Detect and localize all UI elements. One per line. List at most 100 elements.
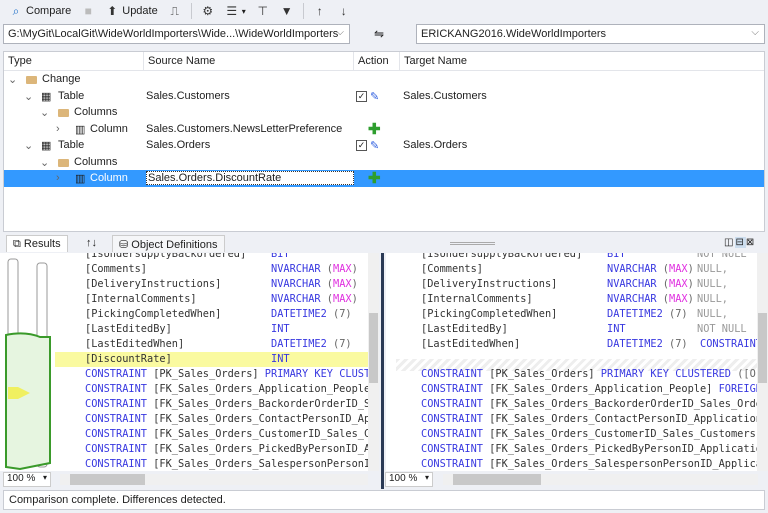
code-token: INT (271, 323, 290, 335)
type-group: DATETIME2 (7) (271, 307, 352, 322)
code-token: [DeliveryInstructions] (85, 278, 222, 290)
code-line: CONSTRAINT [FK_Sales_Orders_PickedByPers… (85, 442, 368, 457)
code-line: [InternalComments] NVARCHAR (MAX) (85, 292, 358, 307)
column-icon: ▥ (75, 123, 86, 136)
code-token: CONSTRAINT (421, 458, 490, 470)
target-vertical-scrollbar[interactable] (757, 253, 768, 471)
type-group: BIT (607, 253, 626, 262)
tab-label: Results (23, 238, 61, 250)
expander-icon[interactable]: › (56, 123, 60, 135)
source-horizontal-scrollbar[interactable] (60, 474, 368, 485)
expander-icon[interactable]: › (56, 172, 60, 184)
options-button[interactable]: ⚙ (198, 2, 218, 20)
target-horizontal-scrollbar[interactable] (443, 474, 758, 485)
column-header-source[interactable]: Source Name (144, 52, 354, 70)
code-token: NULL, (697, 278, 728, 290)
column-header-type[interactable]: Type (4, 52, 144, 70)
tab-object-definitions[interactable]: ⛁ Object Definitions (112, 235, 225, 252)
tab-sort[interactable]: ↑↓ (80, 235, 103, 252)
clear-filter-button[interactable]: ▼ (277, 2, 297, 20)
update-button[interactable]: ⬆ Update (102, 2, 160, 20)
grid-row[interactable]: ⌄ Columns (4, 154, 764, 171)
source-zoom-select[interactable]: 100 % ▾ (3, 472, 51, 487)
collapse-icon[interactable]: ⊠ (746, 237, 756, 248)
target-zoom-select[interactable]: 100 % ▾ (385, 472, 433, 487)
compare-button[interactable]: ⌕ Compare (6, 2, 74, 21)
stop-button[interactable]: ■ (78, 2, 98, 20)
target-code[interactable]: [IsUndersupplyBackordered] BIT NOT NULL [Co… (386, 253, 757, 471)
code-token: CONSTRAINT (421, 368, 490, 380)
code-token: CONSTRAINT (421, 398, 490, 410)
code-token: NVARCHAR (607, 263, 663, 275)
vertical-split-icon[interactable]: ◫ (724, 237, 735, 248)
code-token: [FK_Sales_Orders_BackorderOrderID_Sales_… (153, 398, 368, 410)
previous-change-button[interactable]: ↑ (310, 2, 330, 20)
code-token: BIT (607, 253, 626, 260)
code-line: [LastEditedWhen] DATETIME2 (7) CONSTRAINT (421, 337, 757, 352)
toolbar: ⌕ Compare ■ ⬆ Update ⎍ ⚙ ☰ ▾ ⊤ ▼ ↑ ↓ (0, 0, 768, 22)
code-line: CONSTRAINT [FK_Sales_Orders_CustomerID_S… (421, 427, 757, 442)
code-token: ([Or (737, 368, 757, 380)
type-cell: Change (42, 73, 81, 85)
expander-icon[interactable]: ⌄ (8, 73, 17, 86)
expander-icon[interactable]: ⌄ (40, 156, 49, 169)
code-token: [FK_Sales_Orders_BackorderOrderID_Sales_… (489, 398, 757, 410)
type-cell: Columns (74, 106, 118, 118)
add-icon: ✚ (368, 170, 381, 187)
grid-row[interactable]: ⌄ ▦ Table Sales.Orders ✓ ✎ Sales.Orders (4, 137, 764, 154)
code-token: [PickingCompletedWhen] (85, 308, 222, 320)
expander-icon[interactable]: ⌄ (24, 139, 33, 152)
code-token: FOREIGN (718, 383, 757, 395)
code-token: NVARCHAR (271, 293, 327, 305)
expander-icon[interactable]: ⌄ (24, 90, 33, 103)
update-icon: ⬆ (107, 4, 118, 18)
code-token: [FK_Sales_Orders_CustomerID_Sales_Custom… (153, 428, 368, 440)
type-group: NVARCHAR (MAX) (607, 262, 700, 277)
type-group: NVARCHAR (MAX) (271, 277, 358, 292)
type-group: NVARCHAR (MAX) (271, 262, 358, 277)
code-token: [LastEditedBy] (85, 323, 172, 335)
source-vertical-scrollbar[interactable] (368, 253, 379, 471)
code-token: PRIMARY KEY CLUSTERED (264, 368, 368, 380)
code-token: CONSTRAINT (85, 368, 154, 380)
swap-button[interactable]: ⇋ (374, 27, 384, 41)
grid-row[interactable]: › ▥ Column Sales.Orders.DiscountRate ✚ (4, 170, 764, 187)
code-token: (7) (669, 308, 700, 320)
tab-results[interactable]: ⧉ Results (6, 235, 68, 252)
column-header-action[interactable]: Action (354, 52, 400, 70)
arrow-down-icon: ↓ (340, 4, 347, 18)
splitter-handle[interactable] (450, 242, 495, 245)
source-code[interactable]: [IsUndersupplyBackordered] BIT [Comments] N… (55, 253, 368, 471)
code-line: CONSTRAINT [FK_Sales_Orders_CustomerID_S… (85, 427, 368, 442)
source-select[interactable]: G:\MyGit\LocalGit\WideWorldImporters\Wid… (3, 24, 350, 44)
grid-row[interactable]: ⌄ Change (4, 71, 764, 88)
code-token: [InternalComments] (85, 293, 197, 305)
grid-row[interactable]: › ▥ Column Sales.Customers.NewsLetterPrefer… (4, 121, 764, 138)
source-name-cell: Sales.Customers.NewsLetterPreference (146, 122, 343, 135)
code-line: [LastEditedWhen] DATETIME2 (7) (85, 337, 352, 352)
type-cell: Columns (74, 155, 118, 168)
include-checkbox[interactable]: ✓ (356, 140, 367, 151)
grid-row[interactable]: ⌄ Columns (4, 104, 764, 121)
target-db: ERICKANG2016.WideWorldImporters (421, 28, 607, 40)
horizontal-split-icon[interactable]: ⊟ (735, 237, 746, 248)
next-change-button[interactable]: ↓ (334, 2, 354, 20)
code-line: [DeliveryInstructions] NVARCHAR (MAX) (85, 277, 358, 292)
code-line: [IsUndersupplyBackordered] BIT (85, 253, 290, 262)
code-line: CONSTRAINT [FK_Sales_Orders_ContactPerso… (85, 412, 368, 427)
code-token: CONSTRAINT (85, 413, 154, 425)
include-checkbox[interactable]: ✓ (356, 90, 367, 102)
expander-icon[interactable]: ⌄ (40, 106, 49, 119)
code-token: [FK_Sales_Orders_SalespersonPersonID_App… (153, 458, 368, 470)
type-group: DATETIME2 (7) (607, 307, 700, 322)
type-group: DATETIME2 (7) CONSTRAINT (607, 337, 757, 352)
column-header-target[interactable]: Target Name (400, 52, 764, 70)
group-by-button[interactable]: ☰ ▾ (222, 2, 249, 20)
difference-map[interactable] (0, 253, 55, 471)
target-name-cell: Sales.Customers (403, 89, 487, 102)
grid-row[interactable]: ⌄ ▦ Table Sales.Customers ✓ ✎ Sales.Customers (4, 88, 764, 105)
generate-script-button[interactable]: ⎍ (165, 2, 185, 21)
target-select[interactable]: ERICKANG2016.WideWorldImporters ⌵ (416, 24, 765, 44)
script-icon: ⎍ (170, 3, 179, 18)
filter-button[interactable]: ⊤ (253, 2, 273, 20)
